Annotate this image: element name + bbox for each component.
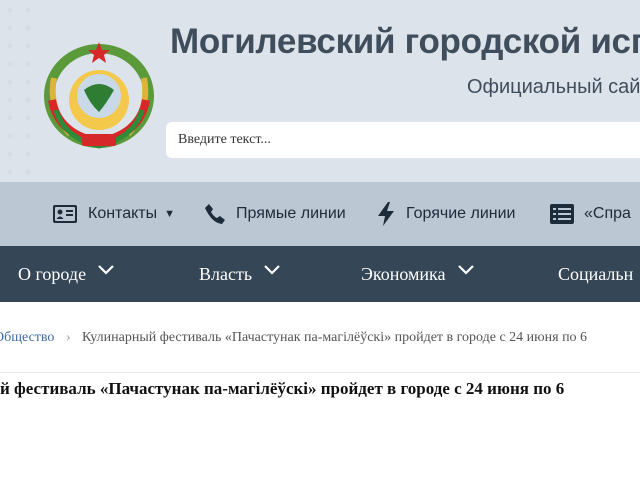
nav-item-label: Экономика <box>361 263 446 284</box>
nav-item-about-city[interactable]: О городе <box>18 246 114 302</box>
chevron-down-icon <box>457 265 474 275</box>
nav-item-label: Социальн <box>558 263 634 284</box>
breadcrumb-separator: › <box>66 330 71 345</box>
state-emblem-icon[interactable] <box>40 38 158 150</box>
chevron-down-icon: ▼ <box>164 208 175 220</box>
nav-item-government[interactable]: Власть <box>199 246 280 302</box>
breadcrumb-current: Кулинарный фестиваль «Пачастунак па-магі… <box>82 330 588 345</box>
id-card-icon <box>53 205 77 223</box>
quicklink-label: Прямые линии <box>236 205 346 222</box>
quicklink-hotlines[interactable]: Горячие линии <box>376 182 515 246</box>
quicklink-reference[interactable]: «Спра <box>550 182 631 246</box>
nav-item-label: Власть <box>199 263 253 284</box>
site-title: Могилевский городской испол <box>170 22 640 61</box>
quicklink-label: Горячие линии <box>406 205 516 222</box>
header-pattern <box>0 0 40 182</box>
nav-item-economy[interactable]: Экономика <box>361 246 474 302</box>
quick-links-bar: Контакты ▼ Прямые линии Горячие линии «С… <box>0 182 640 246</box>
list-icon <box>550 204 574 224</box>
quicklink-direct-lines[interactable]: Прямые линии <box>204 182 346 246</box>
chevron-down-icon <box>98 265 114 275</box>
page-title: й фестиваль «Пачастунак па-магілёўскі» п… <box>0 379 565 398</box>
lightning-icon <box>378 202 394 226</box>
nav-item-social[interactable]: Социальн <box>558 246 633 302</box>
quicklink-label: Контакты <box>88 205 158 222</box>
main-navigation: О городе Власть Экономика Социальн <box>0 246 640 302</box>
nav-item-label: О городе <box>18 263 87 284</box>
site-header: Могилевский городской испол Официальный … <box>0 0 640 182</box>
search-input[interactable] <box>166 122 640 158</box>
phone-icon <box>205 204 225 224</box>
chevron-down-icon <box>264 265 280 275</box>
quicklink-label: «Спра <box>584 205 631 222</box>
site-subtitle: Официальный сайт <box>467 76 640 98</box>
quicklink-contacts[interactable]: Контакты ▼ <box>52 182 175 246</box>
breadcrumb-link-society[interactable]: Общество <box>0 330 54 346</box>
breadcrumb: Общество › Кулинарный фестиваль «Пачасту… <box>0 302 640 373</box>
